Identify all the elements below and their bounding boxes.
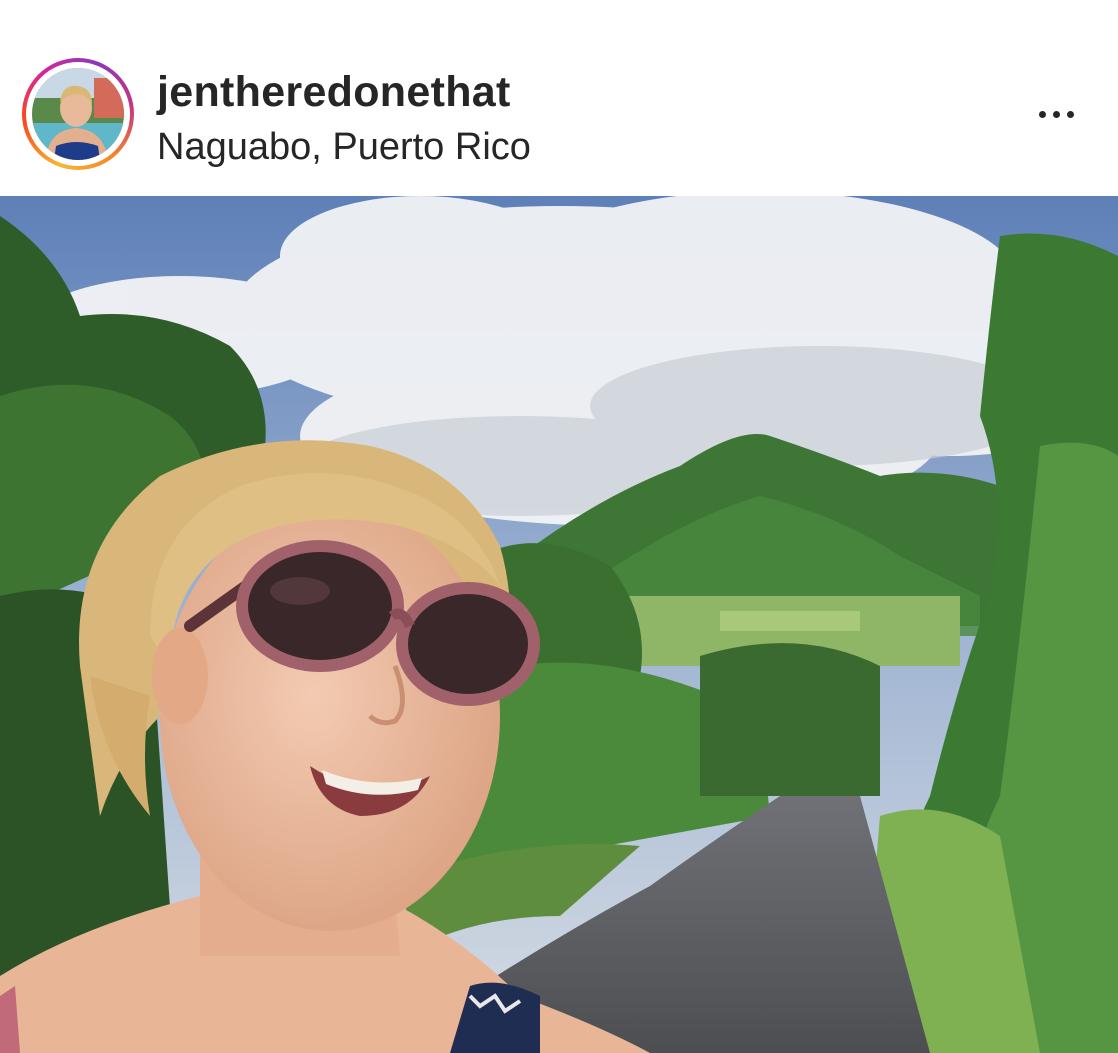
post-image [0,196,1118,1053]
post-photo[interactable] [0,196,1118,1053]
location-link[interactable]: Naguabo, Puerto Rico [157,124,531,170]
username[interactable]: jentheredonethat [157,66,511,118]
more-options-button[interactable] [1026,96,1086,132]
post-header: jentheredonethat Naguabo, Puerto Rico [0,0,1118,196]
more-horizontal-icon [1038,110,1046,118]
avatar[interactable] [32,68,124,160]
story-ring[interactable] [22,58,134,170]
avatar-image [32,68,124,160]
